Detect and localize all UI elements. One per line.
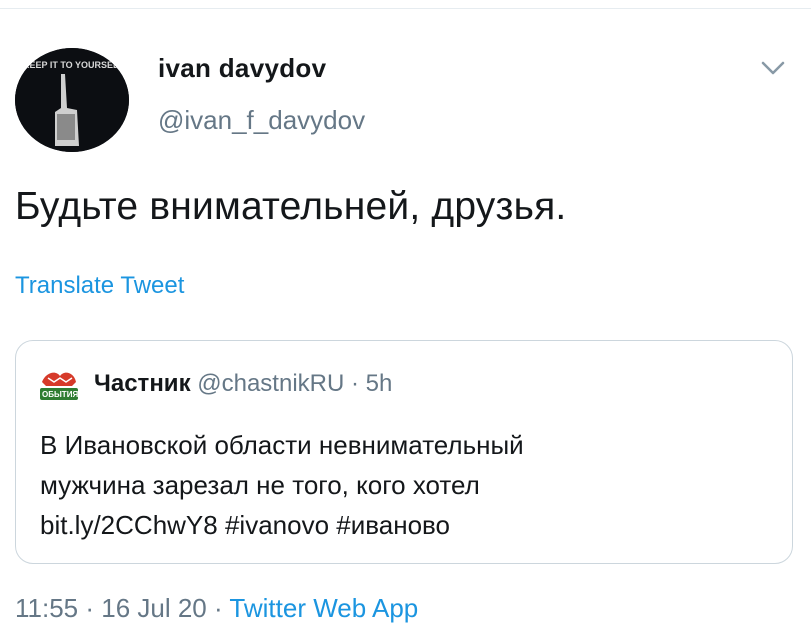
quoted-text-line: мужчина зарезал не того, кого хотел: [40, 470, 480, 500]
tweet-timestamp[interactable]: 11:55 · 16 Jul 20 ·: [15, 593, 223, 623]
translate-tweet-link[interactable]: Translate Tweet: [15, 272, 184, 300]
author-avatar[interactable]: KEEP IT TO YOURSELF BUDDY: [15, 48, 129, 152]
quoted-separator: ·: [351, 370, 359, 397]
avatar-text: KEEP IT TO YOURSELF BUDDY: [23, 60, 129, 70]
chevron-down-icon[interactable]: [760, 60, 786, 76]
quoted-avatar-logo-icon: ОБЫТИЯ: [40, 372, 78, 400]
author-name[interactable]: ivan davydov: [158, 53, 326, 84]
avatar-image: KEEP IT TO YOURSELF BUDDY: [15, 48, 129, 152]
quoted-avatar-text: ОБЫТИЯ: [42, 390, 78, 399]
tweet-text: Будьте внимательней, друзья.: [15, 185, 567, 228]
top-divider: [0, 8, 811, 9]
quoted-author-name[interactable]: Частник: [94, 370, 191, 397]
quoted-timestamp[interactable]: 5h: [366, 370, 393, 397]
quoted-header: Частник @chastnikRU · 5h: [94, 370, 392, 398]
tweet-meta: 11:55 · 16 Jul 20 · Twitter Web App: [15, 593, 418, 624]
quoted-text-line: В Ивановской области невнимательный: [40, 430, 524, 460]
author-handle[interactable]: @ivan_f_davydov: [158, 105, 365, 136]
source-app-link[interactable]: Twitter Web App: [229, 593, 418, 623]
quoted-author-handle[interactable]: @chastnikRU: [197, 370, 344, 397]
quoted-tweet-text: В Ивановской области невнимательный мужч…: [40, 425, 760, 545]
quoted-text-line[interactable]: bit.ly/2CChwY8 #ivanovo #иваново: [40, 505, 760, 545]
quoted-author-avatar[interactable]: ОБЫТИЯ: [36, 366, 82, 406]
